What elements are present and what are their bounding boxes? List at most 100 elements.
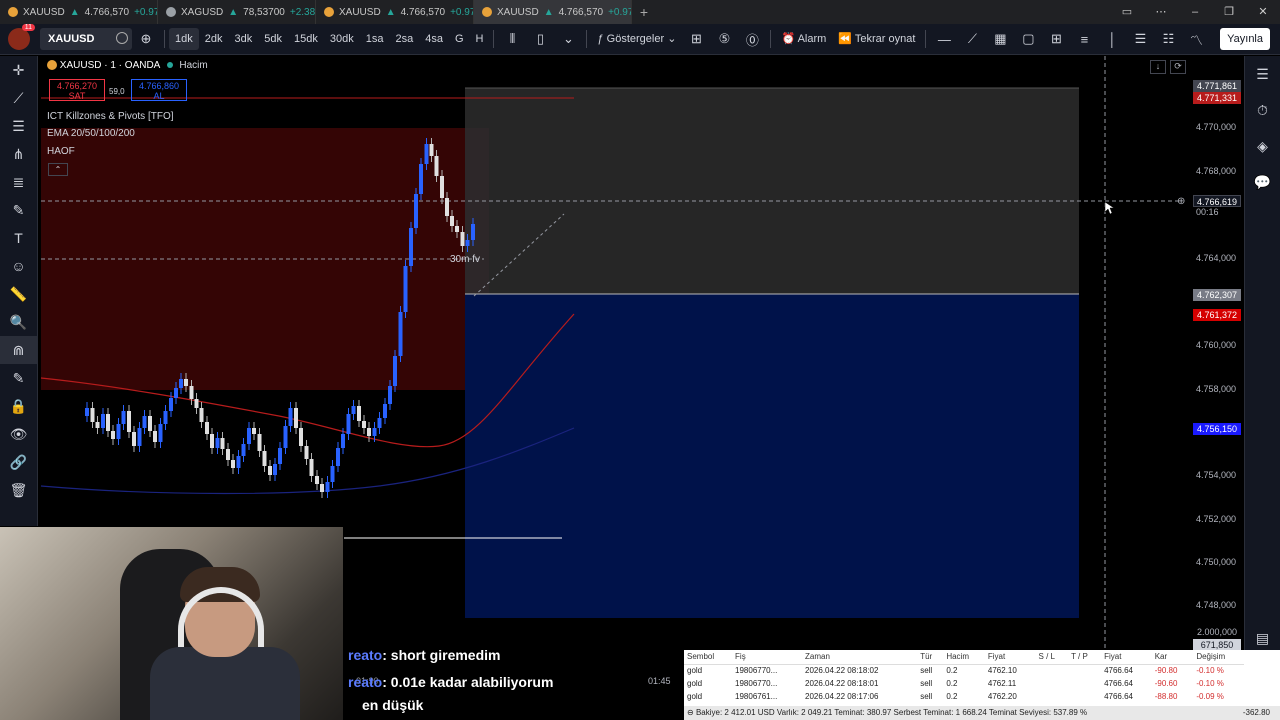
reset-chart-icon[interactable]: ⟳ (1170, 60, 1186, 74)
interval-2m[interactable]: 2dk (199, 28, 229, 50)
text-icon[interactable]: T (0, 224, 37, 252)
interval-30m[interactable]: 30dk (324, 28, 360, 50)
lock-icon[interactable]: 🔒 (0, 392, 37, 420)
interval-3m[interactable]: 3dk (229, 28, 259, 50)
candle (455, 226, 459, 232)
interval-2h[interactable]: 2sa (389, 28, 419, 50)
trend-line-icon[interactable]: ⟋ (958, 28, 986, 50)
scroll-down-icon[interactable]: ↓ (1150, 60, 1166, 74)
column-header[interactable]: Hacim (943, 650, 985, 665)
chart-symbol-title[interactable]: XAUUSD · 1 · OANDA (60, 60, 160, 71)
table-row[interactable]: gold 19806770... 2026.04.22 08:18:01 sell 0.… (684, 677, 1244, 690)
chevron-down-icon[interactable]: ⌄ (554, 28, 582, 50)
collapse-summary-icon[interactable]: ⊖ (687, 708, 696, 717)
column-header[interactable]: Sembol (684, 650, 733, 665)
compare-add-icon[interactable]: ⊕ (132, 28, 160, 50)
interval-5m[interactable]: 5dk (258, 28, 288, 50)
symbol-settings-icon[interactable] (116, 32, 128, 44)
indicator-haof[interactable]: HAOF (47, 146, 75, 157)
interval-15m[interactable]: 15dk (288, 28, 324, 50)
column-header[interactable]: Değişim (1193, 650, 1244, 665)
horizontal-line-icon[interactable]: — (930, 28, 958, 50)
trend-line-icon[interactable]: ⟋ (0, 84, 37, 112)
table-cell (1036, 690, 1069, 703)
pitchfork-icon[interactable]: ⋔ (0, 140, 37, 168)
close-window-icon[interactable]: ✕ (1246, 0, 1280, 24)
interval-1h[interactable]: 1sa (360, 28, 390, 50)
watchlist-icon[interactable]: ☰ (1245, 56, 1280, 92)
table-cell (1068, 690, 1101, 703)
eye-icon[interactable]: 👁 (0, 420, 37, 448)
layers-icon[interactable]: ◈ (1245, 128, 1280, 164)
fib-retracement-icon[interactable]: ≣ (0, 168, 37, 196)
publish-button[interactable]: Yayınla (1220, 28, 1270, 50)
avatar[interactable]: 11 (8, 24, 35, 50)
more-icon[interactable]: ⋯ (1144, 0, 1178, 24)
chart-type-icon[interactable]: ▯ (526, 28, 554, 50)
trash-icon[interactable]: 🗑 (0, 476, 37, 504)
interval-4h[interactable]: 4sa (419, 28, 449, 50)
indicators-button[interactable]: ƒ Göstergeler ⌄ (591, 28, 682, 50)
column-header[interactable]: S / L (1035, 650, 1069, 665)
browser-tab[interactable]: XAUUSD▲4.766,570+0.97%✕ (316, 0, 474, 24)
vertical-line-icon[interactable]: │ (1098, 28, 1126, 50)
candles-icon[interactable]: ⫴ (498, 28, 526, 50)
table-row[interactable]: gold 19806761... 2026.04.22 08:17:06 sell 0.… (684, 690, 1244, 703)
interval-week[interactable]: H (470, 28, 490, 50)
candle (189, 386, 194, 399)
collapse-legend-icon[interactable]: ⌃ (48, 163, 68, 176)
rectangle-icon[interactable]: ▢ (1014, 28, 1042, 50)
candle (419, 164, 423, 194)
column-header[interactable]: Kar (1151, 650, 1194, 665)
column-header[interactable]: Fiyat (984, 650, 1036, 665)
replay-button[interactable]: ⏪ Tekrar oynat (832, 28, 921, 50)
symbol-search[interactable]: XAUUSD (40, 28, 132, 50)
fib-alt-icon[interactable]: ☷ (1154, 28, 1182, 50)
alerts-clock-icon[interactable]: ⏱ (1245, 92, 1280, 128)
buy-button[interactable]: 4.766,860 AL (131, 79, 187, 101)
column-header[interactable]: Tür (917, 650, 944, 665)
magnet-icon[interactable]: ⋒ (0, 336, 37, 364)
table-row[interactable]: gold 19806770... 2026.04.22 08:18:02 sell 0.… (684, 664, 1244, 677)
browser-tab[interactable]: XAGUSD▲78,53700+2.38%✕ (158, 0, 316, 24)
table-cell: sell (920, 692, 933, 701)
lines-icon[interactable]: ≡ (1070, 28, 1098, 50)
brush-icon[interactable]: ✎ (0, 196, 37, 224)
link-icon[interactable]: 🔗 (0, 448, 37, 476)
chat-icon[interactable]: 💬 (1245, 164, 1280, 200)
volume-label[interactable]: Hacim (179, 60, 207, 71)
column-header[interactable]: Fiyat (1101, 650, 1152, 665)
maximize-icon[interactable]: ❐ (1212, 0, 1246, 24)
indicator-ict[interactable]: ICT Killzones & Pivots [TFO] (47, 111, 174, 122)
emoji-icon[interactable]: ☺ (0, 252, 37, 280)
candle (351, 406, 356, 414)
column-header[interactable]: Fiş (732, 650, 803, 665)
layouts-icon[interactable]: ⊞ (682, 28, 710, 50)
column-header[interactable]: Zaman (802, 650, 918, 665)
interval-day[interactable]: G (449, 28, 470, 50)
sell-button[interactable]: 4.766,270 SAT (49, 79, 105, 101)
column-header[interactable]: T / P (1068, 650, 1102, 665)
add-alert-icon[interactable]: ⊕ (1177, 196, 1185, 207)
fib-icon[interactable]: ☰ (1126, 28, 1154, 50)
alarm-button[interactable]: ⏰ Alarm (775, 28, 832, 50)
zoom-icon[interactable]: 🔍 (0, 308, 37, 336)
path-icon[interactable]: 〽 (1182, 28, 1210, 50)
horizontal-lines-icon[interactable]: ☰ (0, 112, 37, 140)
browser-tab-active[interactable]: XAUUSD▲4.766,570+0.97%✕ (474, 0, 632, 24)
crosshair-icon[interactable]: ✛ (0, 56, 37, 84)
extensions-icon[interactable]: ▭ (1110, 0, 1144, 24)
indicator-ema[interactable]: EMA 20/50/100/200 (47, 128, 135, 139)
minimize-icon[interactable]: – (1178, 0, 1212, 24)
table-cell: 2026.04.22 08:18:01 (805, 679, 879, 688)
lock-drawing-icon[interactable]: ✎ (0, 364, 37, 392)
grid-icon[interactable]: ▦ (986, 28, 1014, 50)
ruler-icon[interactable]: 📏 (0, 280, 37, 308)
crosshair-box-icon[interactable]: ⊞ (1042, 28, 1070, 50)
template-icon[interactable]: ⑤ (710, 28, 738, 50)
candle (210, 434, 214, 448)
template-alt-icon[interactable]: ⓪ (738, 28, 766, 50)
browser-tab[interactable]: XAUUSD▲4.766,570+0.97%✕ (0, 0, 158, 24)
interval-1m[interactable]: 1dk (169, 28, 199, 50)
new-tab-icon[interactable]: + (632, 4, 656, 20)
